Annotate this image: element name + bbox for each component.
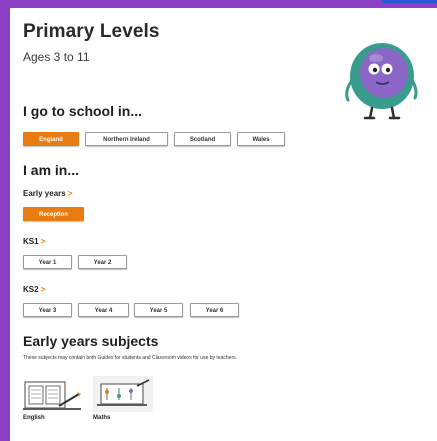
option-northern-ireland[interactable]: Northern Ireland — [85, 132, 168, 146]
level-heading: I am in... — [23, 162, 80, 178]
subjects-note: These subjects may contain both Guides f… — [23, 355, 237, 361]
early-years-label: Early years — [23, 189, 66, 198]
option-year-1[interactable]: Year 1 — [23, 255, 72, 269]
english-icon[interactable] — [23, 376, 83, 412]
option-year-2[interactable]: Year 2 — [78, 255, 127, 269]
chevron-right-icon: > — [40, 285, 46, 294]
option-wales[interactable]: Wales — [237, 132, 285, 146]
chevron-right-icon: > — [67, 189, 73, 198]
mascot-illustration — [345, 43, 418, 120]
option-year-4[interactable]: Year 4 — [78, 303, 129, 317]
ks1-label: KS1 — [23, 237, 39, 246]
ks2-label: KS2 — [23, 285, 39, 294]
page-frame-left — [0, 0, 10, 441]
school-heading: I go to school in... — [23, 103, 142, 119]
option-year-5[interactable]: Year 5 — [134, 303, 183, 317]
option-reception[interactable]: Reception — [23, 207, 84, 221]
subject-label-maths[interactable]: Maths — [93, 415, 110, 421]
option-england[interactable]: England — [23, 132, 79, 146]
ks2-heading[interactable]: KS2 > — [23, 285, 45, 294]
top-tab-indicator — [382, 0, 437, 3]
page-frame-top — [10, 0, 437, 8]
page-subtitle: Ages 3 to 11 — [23, 50, 90, 64]
option-year-6[interactable]: Year 6 — [190, 303, 239, 317]
subject-label-english[interactable]: English — [23, 415, 45, 421]
chevron-right-icon: > — [40, 237, 46, 246]
main-content: Primary Levels Ages 3 to 11 I go to scho… — [10, 8, 437, 441]
ks1-heading[interactable]: KS1 > — [23, 237, 45, 246]
page-title: Primary Levels — [23, 21, 160, 42]
option-year-3[interactable]: Year 3 — [23, 303, 72, 317]
option-scotland[interactable]: Scotland — [174, 132, 231, 146]
maths-icon[interactable] — [93, 376, 153, 412]
subjects-heading: Early years subjects — [23, 333, 159, 349]
early-years-heading[interactable]: Early years > — [23, 189, 72, 198]
